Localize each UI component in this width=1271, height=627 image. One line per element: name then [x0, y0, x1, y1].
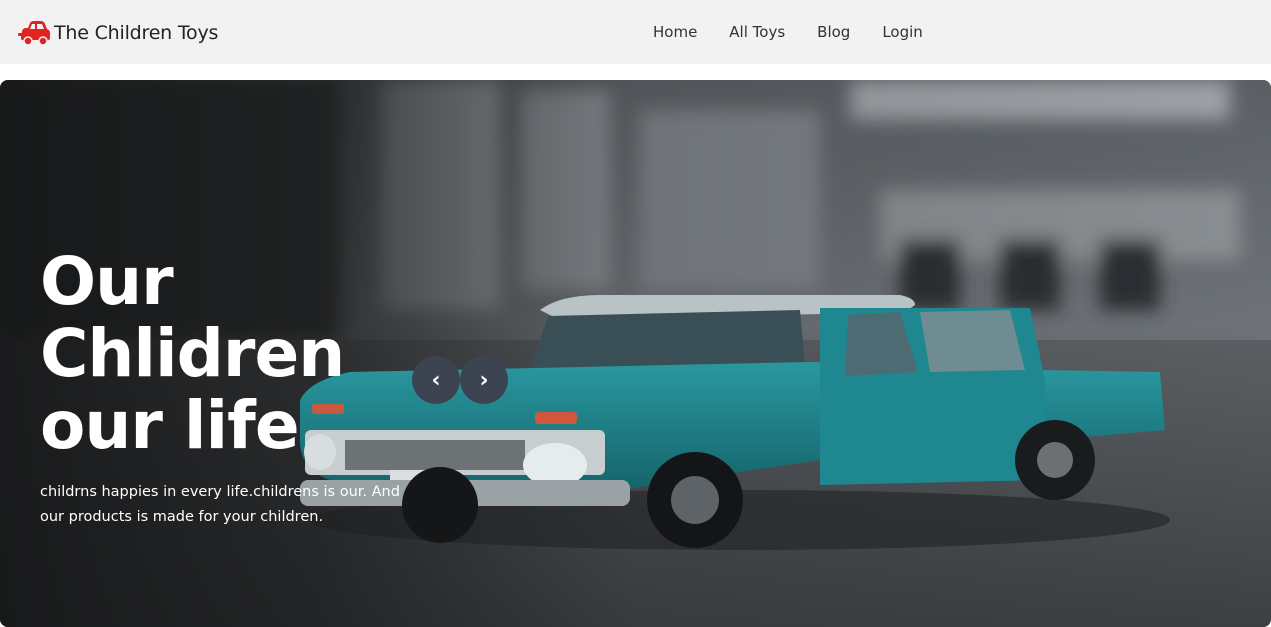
brand-name: The Children Toys	[54, 22, 219, 44]
carousel-prev-button[interactable]: ‹	[412, 356, 460, 404]
main-nav: Home All Toys Blog Login	[653, 0, 923, 64]
hero-title: Our Chlidren our life	[40, 243, 345, 464]
brand[interactable]: The Children Toys	[18, 18, 218, 48]
navbar: The Children Toys Home All Toys Blog Log…	[0, 0, 1271, 64]
chevron-right-icon: ›	[479, 367, 489, 393]
carousel-next-button[interactable]: ›	[460, 356, 508, 404]
toy-car-icon	[18, 21, 50, 46]
nav-login[interactable]: Login	[882, 23, 922, 41]
nav-all-toys[interactable]: All Toys	[729, 23, 785, 41]
hero-carousel: Our Chlidren our life childrns happies i…	[0, 80, 1271, 627]
nav-blog[interactable]: Blog	[817, 23, 850, 41]
nav-home[interactable]: Home	[653, 23, 697, 41]
chevron-left-icon: ‹	[431, 367, 441, 393]
hero-description: childrns happies in every life.childrens…	[40, 484, 400, 525]
